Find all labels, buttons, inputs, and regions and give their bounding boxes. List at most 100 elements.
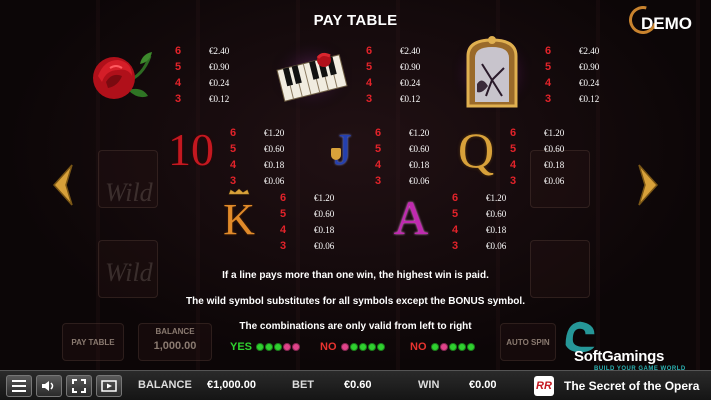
match-count: 6 — [452, 192, 459, 204]
king-symbol: K — [214, 186, 264, 248]
pay-value: €1.20 — [264, 128, 285, 138]
balance-label: BALANCE — [138, 379, 192, 391]
page-title: PAY TABLE — [313, 12, 398, 29]
match-count: 6 — [366, 45, 373, 57]
bg-balance-value: 1,000.00 — [153, 340, 197, 352]
reel-dot — [448, 343, 457, 351]
mirror-paytable: 6 €2.40 5 €0.90 4 €0.24 3 €0.12 — [545, 43, 599, 107]
pay-value: €0.06 — [544, 176, 565, 186]
reel-dot — [457, 343, 466, 351]
reel-dot — [274, 343, 283, 351]
piano-keys-icon — [272, 40, 352, 110]
jack-paytable: 6 €1.20 5 €0.60 4 €0.18 3 €0.06 — [375, 125, 429, 189]
ace-symbol: A — [393, 192, 429, 245]
pay-row: 6 €2.40 — [366, 43, 420, 59]
pay-value: €0.90 — [209, 62, 230, 72]
pay-value: €0.06 — [486, 241, 507, 251]
pay-row: 5 €0.60 — [452, 206, 506, 222]
king-paytable: 6 €1.20 5 €0.60 4 €0.18 3 €0.06 — [280, 190, 334, 254]
match-count: 5 — [545, 61, 552, 73]
reel-dot — [358, 343, 367, 351]
combo-label: NO — [320, 341, 337, 353]
win-label: WIN — [418, 379, 440, 391]
sound-button[interactable] — [36, 374, 62, 397]
combo-example-no-2: NO — [410, 341, 476, 353]
demo-badge: DEMO — [623, 0, 703, 40]
pay-row: 3 €0.12 — [545, 91, 599, 107]
combo-example-no-1: NO — [320, 341, 386, 353]
menu-button[interactable] — [6, 374, 32, 397]
bg-wild-text: Wild — [105, 178, 153, 207]
bottom-toolbar: BALANCE €1,000.00 BET €0.60 WIN €0.00 RR… — [0, 370, 711, 400]
match-count: 6 — [510, 127, 517, 139]
pay-row: 4 €0.24 — [366, 75, 420, 91]
pay-row: 6 €1.20 — [230, 125, 284, 141]
pay-value: €0.18 — [544, 160, 565, 170]
video-button[interactable] — [96, 374, 122, 397]
demo-label: DEMO — [641, 14, 692, 33]
pay-value: €0.60 — [409, 144, 430, 154]
pay-row: 6 €2.40 — [175, 43, 229, 59]
pay-row: 6 €1.20 — [375, 125, 429, 141]
reel-dot — [376, 343, 385, 351]
pay-value: €1.20 — [544, 128, 565, 138]
match-count: 4 — [452, 224, 459, 236]
pay-value: €1.20 — [314, 193, 335, 203]
pay-row: 5 €0.90 — [366, 59, 420, 75]
reel-dot — [283, 343, 292, 351]
combo-example-yes: YES — [230, 341, 301, 353]
pay-row: 5 €0.90 — [175, 59, 229, 75]
rose-paytable: 6 €2.40 5 €0.90 4 €0.24 3 €0.12 — [175, 43, 229, 107]
reel-dot — [256, 343, 265, 351]
pay-value: €2.40 — [400, 46, 421, 56]
pay-row: 5 €0.60 — [280, 206, 334, 222]
match-count: 6 — [175, 45, 182, 57]
match-count: 4 — [280, 224, 287, 236]
pay-row: 6 €1.20 — [452, 190, 506, 206]
match-count: 4 — [366, 77, 373, 89]
pay-row: 6 €1.20 — [280, 190, 334, 206]
pay-value: €1.20 — [409, 128, 430, 138]
pay-value: €0.12 — [400, 94, 421, 104]
piano-paytable: 6 €2.40 5 €0.90 4 €0.24 3 €0.12 — [366, 43, 420, 107]
fullscreen-button[interactable] — [66, 374, 92, 397]
pay-row: 4 €0.24 — [545, 75, 599, 91]
rule-highest-win: If a line pays more than one win, the hi… — [222, 270, 489, 281]
pay-value: €0.12 — [579, 94, 600, 104]
match-count: 5 — [230, 143, 237, 155]
match-count: 3 — [510, 175, 517, 187]
pay-row: 3 €0.06 — [375, 173, 429, 189]
speaker-icon — [42, 380, 54, 391]
match-count: 4 — [510, 159, 517, 171]
provider-badge: RR — [534, 376, 554, 396]
pay-row: 4 €0.18 — [452, 222, 506, 238]
match-count: 5 — [510, 143, 517, 155]
prev-page-button[interactable] — [48, 162, 78, 208]
pay-value: €0.24 — [400, 78, 421, 88]
mirror-icon — [452, 34, 532, 112]
pay-row: 4 €0.24 — [175, 75, 229, 91]
pay-row: 5 €0.90 — [545, 59, 599, 75]
match-count: 5 — [280, 208, 287, 220]
pay-value: €0.90 — [400, 62, 421, 72]
queen-symbol: Q — [457, 122, 495, 178]
combo-dots — [430, 343, 476, 351]
jack-symbol: J — [326, 122, 360, 178]
pay-value: €0.24 — [209, 78, 230, 88]
brand-name: SoftGamings — [574, 348, 665, 365]
match-count: 3 — [545, 93, 552, 105]
match-count: 3 — [366, 93, 373, 105]
pay-row: 3 €0.06 — [510, 173, 564, 189]
pay-value: €0.06 — [264, 176, 285, 186]
combo-label: YES — [230, 341, 253, 353]
match-count: 6 — [375, 127, 382, 139]
win-value: €0.00 — [469, 379, 497, 391]
film-icon — [101, 379, 117, 392]
next-page-button[interactable] — [633, 162, 663, 208]
rose-symbol — [84, 42, 158, 108]
match-count: 6 — [545, 45, 552, 57]
pay-row: 4 €0.18 — [280, 222, 334, 238]
pay-row: 6 €2.40 — [545, 43, 599, 59]
pay-value: €1.20 — [486, 193, 507, 203]
pay-value: €0.60 — [314, 209, 335, 219]
